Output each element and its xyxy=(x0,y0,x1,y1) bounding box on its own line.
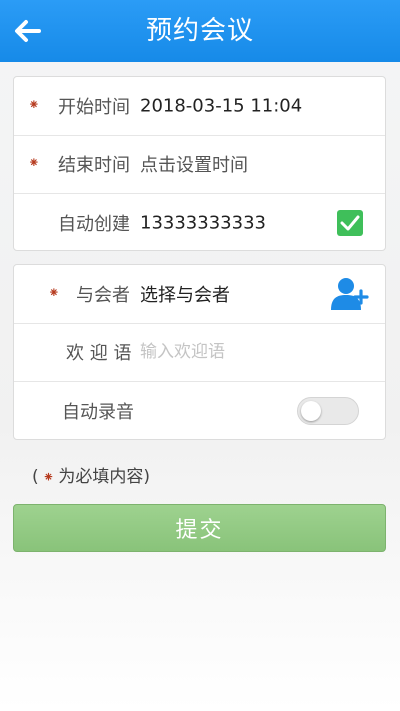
note-open: ( xyxy=(32,467,39,487)
note-text: 为必填内容) xyxy=(58,467,151,487)
meeting-options-card: ⁕ 与会者 选择与会者 欢 迎 语 自动录音 xyxy=(13,264,386,440)
required-mark: ⁕ xyxy=(48,285,60,302)
participants-row[interactable]: ⁕ 与会者 选择与会者 xyxy=(14,265,385,324)
required-note: (⁕ 为必填内容) xyxy=(32,462,150,487)
welcome-label: 欢 迎 语 xyxy=(66,343,132,365)
end-time-value[interactable]: 点击设置时间 xyxy=(140,151,248,177)
auto-record-row: 自动录音 xyxy=(14,382,385,441)
auto-create-row: 自动创建 13333333333 xyxy=(14,194,385,253)
welcome-input[interactable] xyxy=(140,342,340,363)
start-time-label: 开始时间 xyxy=(58,96,130,118)
participants-label: 与会者 xyxy=(76,284,130,306)
start-time-row[interactable]: ⁕ 开始时间 2018-03-15 11:04 xyxy=(14,77,385,136)
required-mark: ⁕ xyxy=(28,155,40,172)
participants-value[interactable]: 选择与会者 xyxy=(140,281,230,307)
page-title: 预约会议 xyxy=(145,16,254,46)
welcome-row: 欢 迎 语 xyxy=(14,324,385,382)
add-user-icon[interactable] xyxy=(331,277,369,311)
app-header: 预约会议 xyxy=(0,0,400,62)
submit-button[interactable]: 提交 xyxy=(13,504,386,552)
auto-record-toggle[interactable] xyxy=(297,397,359,426)
auto-create-phone: 13333333333 xyxy=(140,212,266,234)
end-time-row[interactable]: ⁕ 结束时间 点击设置时间 xyxy=(14,136,385,194)
auto-create-label: 自动创建 xyxy=(58,214,130,236)
time-settings-card: ⁕ 开始时间 2018-03-15 11:04 ⁕ 结束时间 点击设置时间 自动… xyxy=(13,76,386,251)
end-time-label: 结束时间 xyxy=(58,155,130,177)
toggle-knob xyxy=(301,401,321,422)
checkmark-icon xyxy=(340,215,360,231)
auto-create-checkbox[interactable] xyxy=(337,210,363,237)
required-mark: ⁕ xyxy=(42,470,55,486)
required-mark: ⁕ xyxy=(28,97,40,114)
start-time-value[interactable]: 2018-03-15 11:04 xyxy=(140,95,302,116)
auto-record-label: 自动录音 xyxy=(62,402,134,424)
